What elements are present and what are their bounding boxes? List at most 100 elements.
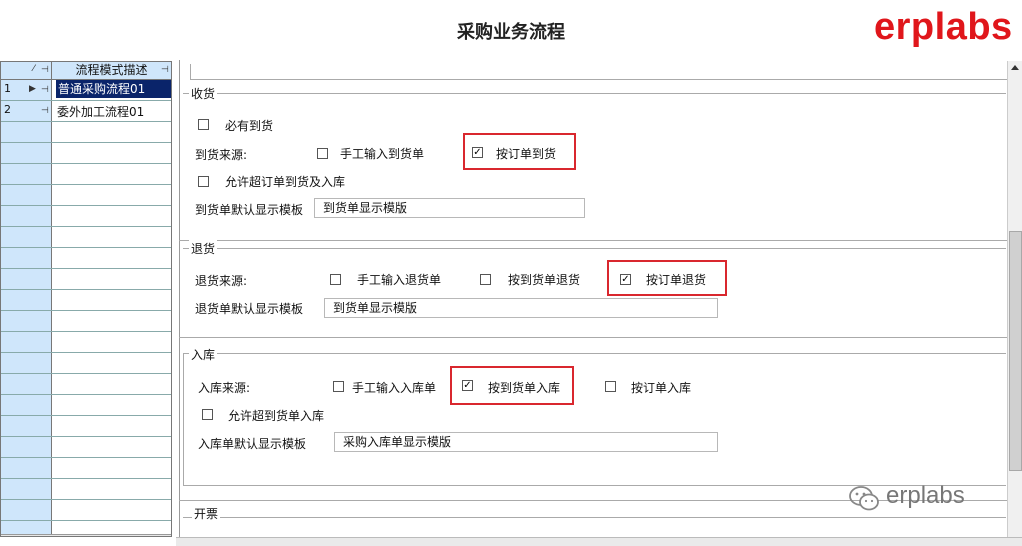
row-index-cell: [1, 374, 52, 394]
empty-grid-row: [1, 143, 171, 164]
row-index-cell: [1, 395, 52, 415]
grid-horizontal-scrollbar[interactable]: ◀ ▶: [1, 534, 171, 536]
row-index-cell: [1, 353, 52, 373]
empty-grid-row: [1, 122, 171, 143]
row-index-cell: [1, 122, 52, 142]
allow-over-arrival-checkbox[interactable]: [202, 409, 213, 420]
row-index-cell: [1, 185, 52, 205]
row-index-cell: [1, 206, 52, 226]
row-pointer-icon: ▶: [29, 84, 36, 94]
grid-header: ⁄ ⊣ 流程模式描述 ⊣: [1, 62, 171, 80]
row-index-cell: [1, 248, 52, 268]
empty-grid-row: [1, 164, 171, 185]
manual-return-label: 手工输入退货单: [357, 273, 442, 287]
row-description[interactable]: 普通采购流程01: [56, 80, 171, 98]
section-rule: [179, 500, 1007, 501]
pin-icon: ⊣: [41, 85, 49, 95]
empty-grid-row: [1, 479, 171, 500]
section-border: [183, 353, 184, 485]
sort-icon: ⁄: [33, 64, 35, 74]
manual-arrival-label: 手工输入到货单: [340, 147, 425, 161]
row-number: 1: [4, 82, 11, 95]
allow-over-arrival-label: 允许超到货单入库: [228, 409, 325, 423]
empty-grid-row: [1, 311, 171, 332]
inbound-template-label: 入库单默认显示模板: [198, 437, 307, 451]
scroll-up-icon[interactable]: [1011, 65, 1019, 70]
allow-over-order-label: 允许超订单到货及入库: [225, 175, 346, 189]
inbound-template-field[interactable]: 采购入库单显示模版: [334, 432, 718, 452]
empty-grid-row: [1, 416, 171, 437]
row-index-cell: [1, 500, 52, 520]
return-by-arrival-checkbox[interactable]: [480, 274, 491, 285]
section-title: 退货: [189, 240, 218, 257]
arrival-source-label: 到货来源:: [195, 148, 248, 162]
section-rule: [183, 93, 1006, 94]
row-index-cell: [1, 416, 52, 436]
return-template-field[interactable]: 到货单显示模版: [324, 298, 718, 318]
table-row[interactable]: 2 ⊣ 委外加工流程01: [1, 101, 171, 122]
manual-arrival-checkbox[interactable]: [317, 148, 328, 159]
section-title: 收货: [189, 85, 218, 102]
must-arrive-checkbox[interactable]: [198, 119, 209, 130]
section-rule: [183, 248, 1006, 249]
empty-grid-row: [1, 185, 171, 206]
grid-index-header: ⁄ ⊣: [1, 62, 52, 79]
empty-grid-row: [1, 458, 171, 479]
row-index-cell: [1, 311, 52, 331]
empty-grid-row: [1, 290, 171, 311]
process-grid[interactable]: ⁄ ⊣ 流程模式描述 ⊣ 1 ▶ ⊣ 普通采购流程01 2 ⊣ 委外加工流程01…: [0, 61, 172, 537]
row-description[interactable]: 委外加工流程01: [57, 103, 144, 120]
inbound-by-order-label: 按订单入库: [631, 381, 692, 395]
row-index-cell: 2 ⊣: [1, 101, 52, 121]
allow-over-order-checkbox[interactable]: [198, 176, 209, 187]
empty-grid-row: [1, 206, 171, 227]
inbound-source-label: 入库来源:: [198, 381, 251, 395]
row-index-cell: [1, 479, 52, 499]
empty-grid-row: [1, 395, 171, 416]
return-template-label: 退货单默认显示模板: [195, 302, 304, 316]
highlight-box: [450, 366, 574, 405]
section-title: 开票: [192, 505, 221, 522]
pin-icon: ⊣: [41, 65, 49, 75]
panel-vertical-scrollbar[interactable]: [1007, 61, 1022, 545]
wechat-icon: [848, 484, 880, 514]
row-index-cell: [1, 269, 52, 289]
row-index-cell: [1, 143, 52, 163]
empty-grid-row: [1, 332, 171, 353]
scrollbar-thumb[interactable]: [1009, 231, 1022, 471]
row-index-cell: [1, 227, 52, 247]
return-by-arrival-label: 按到货单退货: [508, 273, 581, 287]
return-source-label: 退货来源:: [195, 274, 248, 288]
row-index-cell: [1, 458, 52, 478]
row-index-cell: [1, 164, 52, 184]
section-title: 入库: [189, 346, 218, 363]
section-rule: [179, 337, 1007, 338]
empty-grid-row: [1, 353, 171, 374]
pin-icon: ⊣: [161, 65, 169, 75]
manual-inbound-label: 手工输入入库单: [352, 381, 437, 395]
section-rule: [183, 517, 1006, 518]
arrival-template-field[interactable]: 到货单显示模版: [314, 198, 585, 218]
empty-grid-row: [1, 500, 171, 521]
arrival-template-label: 到货单默认显示模板: [195, 203, 304, 217]
page-title: 采购业务流程: [457, 22, 565, 43]
panel-divider: [179, 60, 180, 545]
manual-inbound-checkbox[interactable]: [333, 381, 344, 392]
empty-grid-row: [1, 227, 171, 248]
manual-return-checkbox[interactable]: [330, 274, 341, 285]
section-rule: [179, 240, 1007, 241]
row-index-cell: [1, 437, 52, 457]
row-index-cell: [1, 332, 52, 352]
empty-grid-row: [1, 269, 171, 290]
table-row[interactable]: 1 ▶ ⊣ 普通采购流程01: [1, 80, 171, 101]
watermark-text: erplabs: [886, 482, 965, 509]
empty-grid-row: [1, 374, 171, 395]
inbound-by-order-checkbox[interactable]: [605, 381, 616, 392]
empty-grid-row: [1, 437, 171, 458]
brand-logo: erplabs: [874, 6, 1013, 48]
grid-column-header-description[interactable]: 流程模式描述: [52, 62, 171, 79]
section-rule: [183, 353, 1006, 354]
highlight-box: [607, 260, 727, 296]
receive-section: 收货: [183, 85, 1006, 233]
pin-icon: ⊣: [41, 106, 49, 116]
